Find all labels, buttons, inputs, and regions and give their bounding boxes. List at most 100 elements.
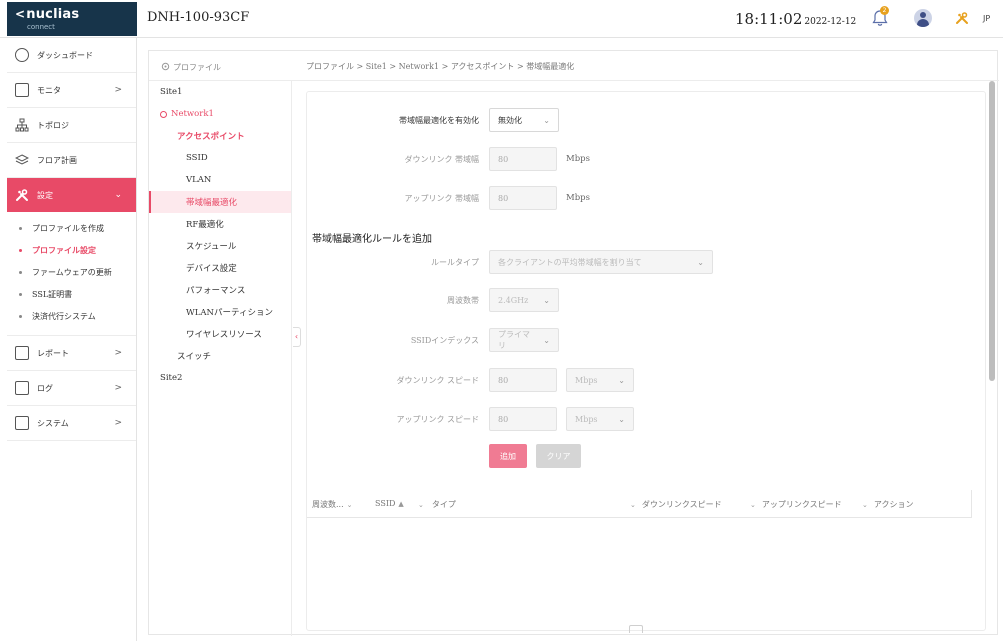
nav-log[interactable]: ログ > — [7, 371, 136, 406]
nav-label: システム — [37, 418, 69, 428]
tree-site1[interactable]: Site1 — [149, 81, 291, 103]
tree-network1[interactable]: Network1 — [149, 103, 291, 125]
tools-icon[interactable] — [955, 11, 975, 31]
nav-system[interactable]: システム > — [7, 406, 136, 441]
uplink-speed-unit-select[interactable]: Mbps ⌄ — [566, 407, 634, 431]
nav-dashboard[interactable]: ダッシュボード — [7, 38, 136, 73]
brand-name: <nuclias — [15, 7, 80, 22]
rule-type-select[interactable]: 各クライアントの平均帯域幅を割り当て ⌄ — [489, 250, 713, 274]
tree-wlan-partition[interactable]: WLANパーティション — [149, 301, 291, 323]
bullet-icon — [19, 226, 22, 230]
sort-up-icon: ▲ — [398, 500, 404, 508]
nav-label: レポート — [37, 348, 69, 358]
clock: 18:11:02 2022-12-12 — [735, 10, 856, 28]
submenu-payment-gateway[interactable]: 決済代行システム — [7, 305, 136, 327]
add-rule-button[interactable]: 追加 — [489, 444, 527, 468]
collapse-tree-button[interactable]: ‹ — [293, 327, 301, 347]
tree-switch[interactable]: スイッチ — [149, 345, 291, 367]
bullet-icon — [19, 248, 22, 252]
back-chevron-icon: < — [15, 7, 26, 21]
nav-label: トポロジ — [37, 120, 69, 130]
dashboard-icon — [15, 48, 29, 62]
chevron-down-icon: ⌄ — [543, 115, 550, 125]
nav-report[interactable]: レポート > — [7, 336, 136, 371]
chevron-down-icon: ⌄ — [630, 501, 636, 509]
nav-topology[interactable]: トポロジ — [7, 108, 136, 143]
uplink-unit: Mbps — [566, 193, 590, 203]
tree-schedule[interactable]: スケジュール — [149, 235, 291, 257]
empty-data-icon — [629, 625, 643, 633]
submenu-ssl-cert[interactable]: SSL証明書 — [7, 283, 136, 305]
chevron-right-icon: > — [114, 348, 122, 358]
rules-table-header: 周波数... ⌄ SSID ▲ ⌄ タイプ ⌄ ダウンリンクスピード ⌄ アップリンクスピ… — [307, 490, 972, 518]
clear-button[interactable]: クリア — [536, 444, 581, 468]
tree-vlan[interactable]: VLAN — [149, 169, 291, 191]
nav-label: ダッシュボード — [37, 50, 93, 60]
downlink-unit: Mbps — [566, 154, 590, 164]
chevron-down-icon: ⌄ — [346, 501, 353, 509]
chevron-down-icon: ⌄ — [750, 501, 756, 509]
profile-tree: Site1 Network1 アクセスポイント SSID VLAN 帯域幅最適化… — [149, 81, 292, 636]
col-uplink-speed[interactable]: ⌄ アップリンクスピード — [747, 499, 842, 510]
user-avatar-icon[interactable] — [914, 9, 934, 29]
chevron-right-icon: > — [114, 418, 122, 428]
notification-bell-icon[interactable]: 2 — [872, 6, 892, 29]
nav-floor-plan[interactable]: フロア計画 — [7, 143, 136, 178]
tree-wireless-resource[interactable]: ワイヤレスリソース — [149, 323, 291, 345]
ssid-index-select[interactable]: プライマリ ⌄ — [489, 328, 559, 352]
uplink-bandwidth-input[interactable]: 80 — [489, 186, 557, 210]
clock-time: 18:11:02 — [735, 10, 803, 28]
tree-access-point[interactable]: アクセスポイント — [149, 125, 291, 147]
scrollbar-thumb[interactable] — [989, 81, 995, 381]
chevron-down-icon: ⌄ — [418, 501, 424, 509]
chevron-down-icon: ⌄ — [618, 414, 625, 424]
enable-select[interactable]: 無効化 ⌄ — [489, 108, 559, 132]
submenu-create-profile[interactable]: プロファイルを作成 — [7, 217, 136, 239]
tree-bandwidth-optimization[interactable]: 帯域幅最適化 — [149, 191, 291, 213]
uplink-speed-input[interactable]: 80 — [489, 407, 557, 431]
col-band[interactable]: 周波数... ⌄ — [312, 499, 353, 510]
chevron-down-icon: ⌄ — [618, 375, 625, 385]
floor-plan-icon — [14, 153, 30, 167]
tree-rf-optimization[interactable]: RF最適化 — [149, 213, 291, 235]
downlink-speed-unit-select[interactable]: Mbps ⌄ — [566, 368, 634, 392]
band-select[interactable]: 2.4GHz ⌄ — [489, 288, 559, 312]
tree-performance[interactable]: パフォーマンス — [149, 279, 291, 301]
chevron-right-icon: > — [114, 85, 122, 95]
chevron-down-icon: ⌄ — [862, 501, 868, 509]
bullet-icon — [19, 270, 22, 274]
nav-monitor[interactable]: モニタ > — [7, 73, 136, 108]
system-icon — [15, 416, 29, 430]
nuclias-logo[interactable]: <nuclias connect — [7, 2, 137, 36]
col-ssid[interactable]: SSID ▲ — [375, 499, 404, 508]
col-downlink-speed[interactable]: ⌄ ダウンリンクスピード — [627, 499, 722, 510]
settings-tools-icon — [15, 188, 29, 202]
network-icon — [160, 110, 167, 118]
ssid-index-label: SSIDインデックス — [410, 336, 479, 345]
nav-settings[interactable]: 設定 ⌄ — [7, 178, 136, 212]
profile-icon — [161, 62, 170, 71]
tree-device-settings[interactable]: デバイス設定 — [149, 257, 291, 279]
bullet-icon — [19, 314, 22, 318]
uplink-speed-unit: Mbps — [575, 414, 598, 424]
band-value: 2.4GHz — [498, 295, 529, 305]
chevron-down-icon: ⌄ — [543, 295, 550, 305]
band-label: 周波数帯 — [447, 296, 479, 305]
top-bar: <nuclias connect DNH-100-93CF 18:11:02 20… — [0, 0, 1003, 38]
submenu-firmware-update[interactable]: ファームウェアの更新 — [7, 261, 136, 283]
col-action[interactable]: ⌄ アクション — [859, 499, 913, 510]
downlink-bandwidth-label: ダウンリンク 帯域幅 — [404, 155, 479, 164]
uplink-bandwidth-label: アップリンク 帯域幅 — [404, 194, 479, 203]
downlink-bandwidth-input[interactable]: 80 — [489, 147, 557, 171]
settings-submenu: プロファイルを作成 プロファイル設定 ファームウェアの更新 SSL証明書 決済代… — [7, 212, 136, 336]
tree-site2[interactable]: Site2 — [149, 367, 291, 389]
scrollbar[interactable] — [988, 81, 996, 636]
main-panel: プロファイル プロファイル > Site1 > Network1 > アクセスポ… — [148, 50, 999, 636]
language-selector[interactable]: JP — [983, 14, 990, 23]
log-icon — [15, 381, 29, 395]
downlink-speed-input[interactable]: 80 — [489, 368, 557, 392]
left-nav: ダッシュボード モニタ > トポロジ フロア計画 設定 ⌄ プロファイルを作成 … — [7, 38, 137, 641]
submenu-profile-settings[interactable]: プロファイル設定 — [7, 239, 136, 261]
tree-ssid[interactable]: SSID — [149, 147, 291, 169]
col-type[interactable]: ⌄ タイプ — [415, 499, 456, 510]
